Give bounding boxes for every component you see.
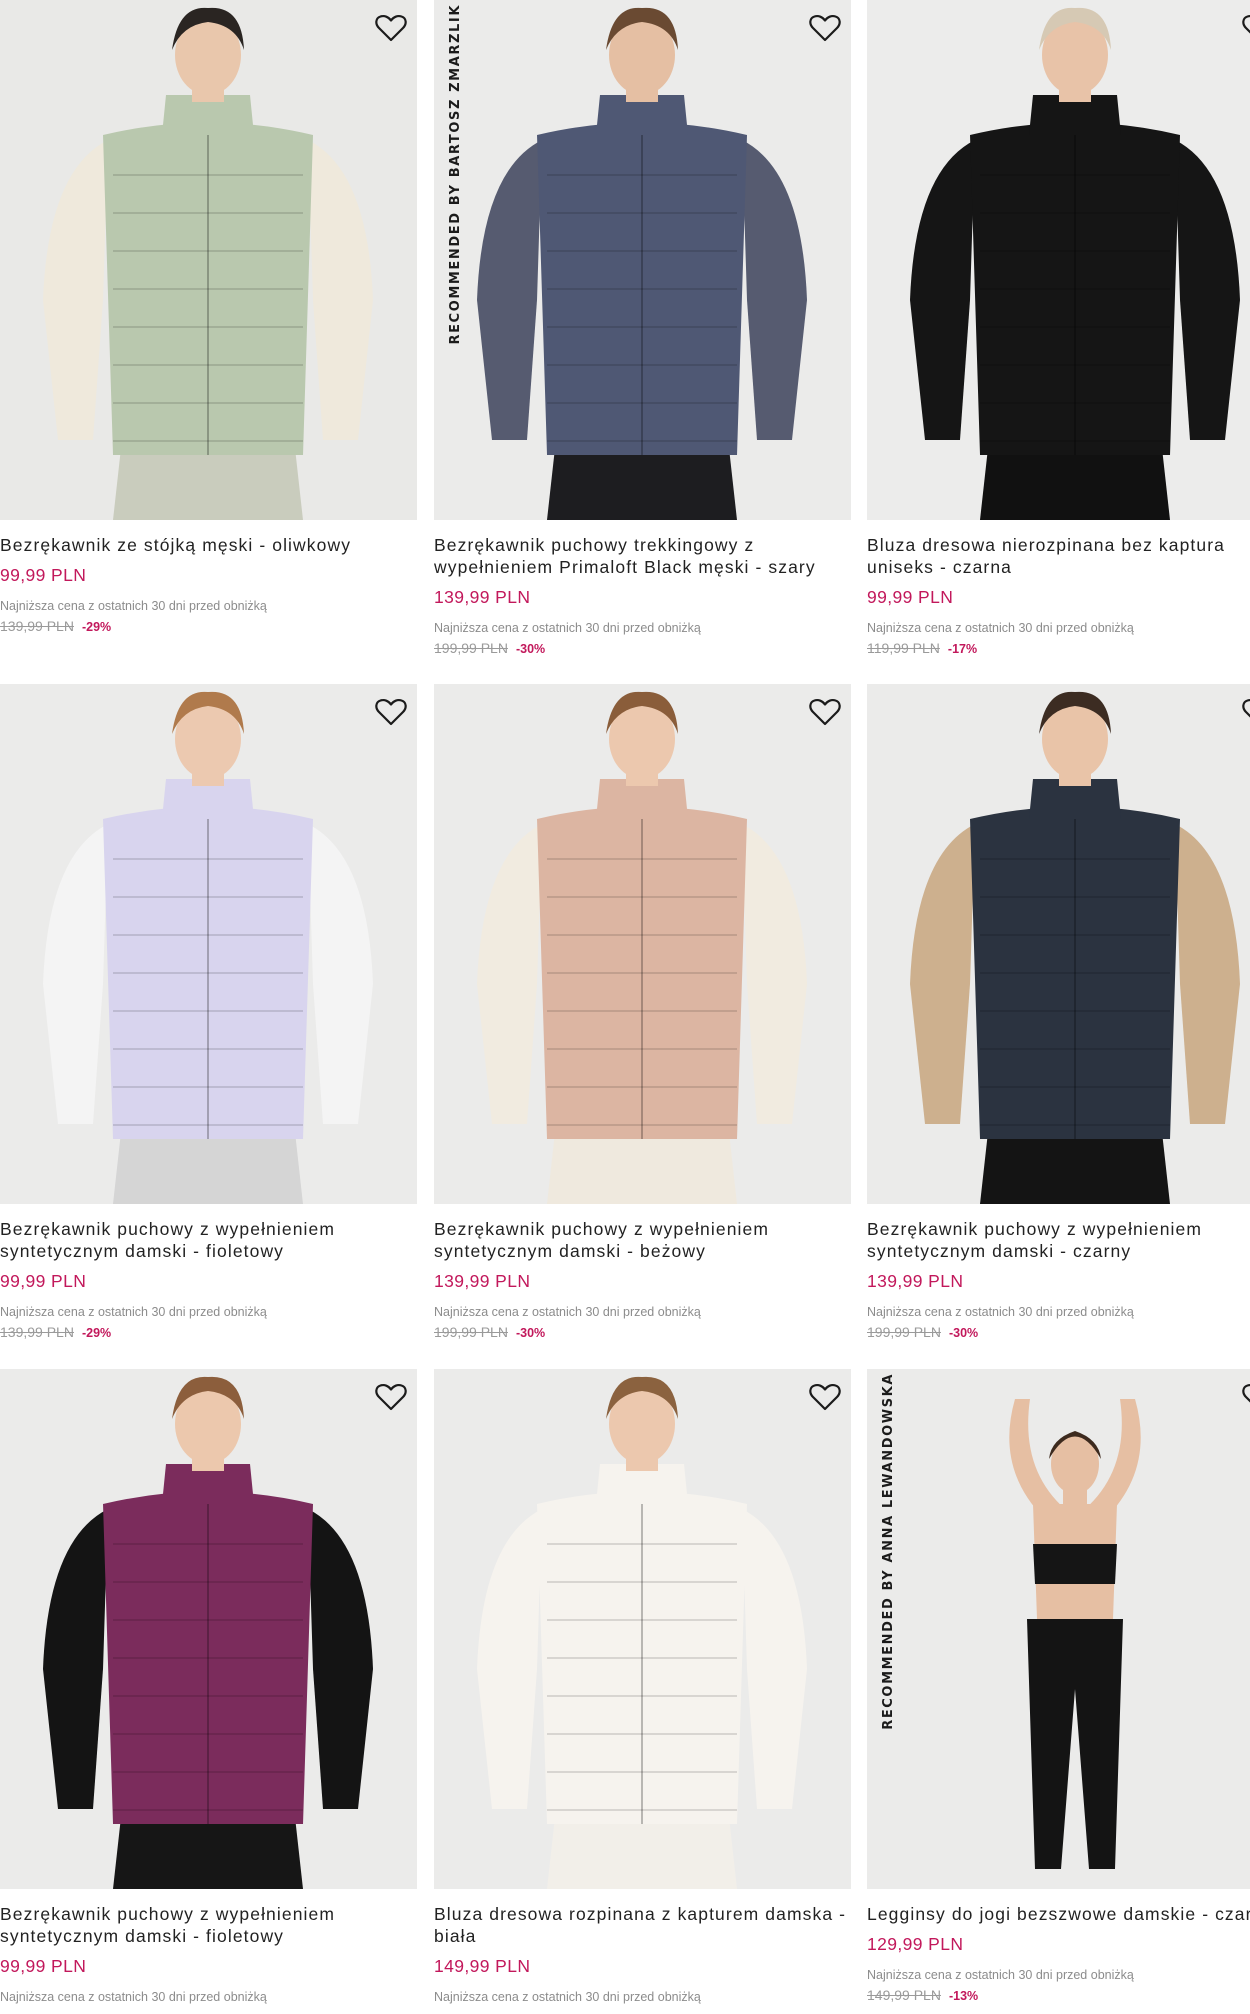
lowest-price-note: Najniższa cena z ostatnich 30 dni przed … xyxy=(434,621,701,635)
add-to-favorites-button[interactable] xyxy=(807,10,843,46)
lowest-price-note: Najniższa cena z ostatnich 30 dni przed … xyxy=(0,1990,267,2004)
discount-badge: -17% xyxy=(947,642,978,656)
product-price: 139,99 PLN xyxy=(867,1271,964,1291)
product-info: Bluza dresowa nierozpinana bez kaptura u… xyxy=(867,520,1250,656)
discount-badge: -29% xyxy=(81,1326,112,1340)
lowest-price-note: Najniższa cena z ostatnich 30 dni przed … xyxy=(434,1305,701,1319)
old-price: 199,99 PLN xyxy=(434,640,508,656)
product-image[interactable] xyxy=(434,1369,851,1889)
product-image[interactable] xyxy=(867,0,1250,520)
recommended-by-text: RECOMMENDED BY ANNA LEWANDOWSKA xyxy=(881,1373,896,1730)
product-title[interactable]: Bezrękawnik puchowy z wypełnieniem synte… xyxy=(867,1218,1250,1262)
product-card[interactable]: Bluza dresowa rozpinana z kapturem damsk… xyxy=(434,1369,851,2005)
recommended-by-label: RECOMMENDED BY BARTOSZ ZMARZLIK xyxy=(436,0,463,360)
product-info: Legginsy do jogi bezszwowe damskie - cza… xyxy=(867,1889,1250,2003)
old-price: 199,99 PLN xyxy=(434,1324,508,1340)
product-price: 99,99 PLN xyxy=(0,565,87,585)
heart-outline-icon xyxy=(1242,15,1250,34)
discount-badge: -30% xyxy=(948,1326,979,1340)
product-price: 99,99 PLN xyxy=(0,1271,87,1291)
product-title[interactable]: Legginsy do jogi bezszwowe damskie - cza… xyxy=(867,1903,1250,1925)
heart-outline-icon xyxy=(809,1383,841,1411)
product-title[interactable]: Bezrękawnik puchowy z wypełnieniem synte… xyxy=(0,1218,417,1262)
product-price: 99,99 PLN xyxy=(867,587,954,607)
product-image[interactable] xyxy=(434,684,851,1204)
product-price: 139,99 PLN xyxy=(434,1271,531,1291)
old-price-row: 119,99 PLN -17% xyxy=(867,640,1250,656)
product-title[interactable]: Bezrękawnik puchowy trekkingowy z wypełn… xyxy=(434,534,851,578)
product-info: Bezrękawnik puchowy trekkingowy z wypełn… xyxy=(434,520,851,656)
add-to-favorites-button[interactable] xyxy=(1240,694,1250,730)
old-price: 119,99 PLN xyxy=(867,640,940,656)
product-title[interactable]: Bluza dresowa nierozpinana bez kaptura u… xyxy=(867,534,1250,578)
product-info: Bezrękawnik puchowy z wypełnieniem synte… xyxy=(867,1204,1250,1340)
old-price-row: 149,99 PLN -13% xyxy=(867,1987,1250,2003)
discount-badge: -30% xyxy=(515,642,546,656)
product-price: 139,99 PLN xyxy=(434,587,531,607)
add-to-favorites-button[interactable] xyxy=(807,1379,843,1415)
product-image[interactable] xyxy=(0,1369,417,1889)
heart-outline-icon xyxy=(809,14,841,42)
product-price: 149,99 PLN xyxy=(434,1956,531,1976)
product-card[interactable]: Bluza dresowa nierozpinana bez kaptura u… xyxy=(867,0,1250,656)
product-image[interactable] xyxy=(0,0,417,520)
add-to-favorites-button[interactable] xyxy=(807,694,843,730)
heart-outline-icon xyxy=(809,698,841,726)
product-info: Bezrękawnik puchowy z wypełnieniem synte… xyxy=(434,1204,851,1340)
lowest-price-note: Najniższa cena z ostatnich 30 dni przed … xyxy=(0,1305,267,1319)
add-to-favorites-button[interactable] xyxy=(373,1379,409,1415)
product-title[interactable]: Bezrękawnik puchowy z wypełnieniem synte… xyxy=(0,1903,417,1947)
product-image[interactable] xyxy=(867,684,1250,1204)
old-price: 139,99 PLN xyxy=(0,618,74,634)
product-price: 129,99 PLN xyxy=(867,1934,964,1954)
recommended-by-text: RECOMMENDED BY BARTOSZ ZMARZLIK xyxy=(448,4,463,345)
product-card[interactable]: Bezrękawnik puchowy z wypełnieniem synte… xyxy=(434,684,851,1340)
product-image[interactable]: RECOMMENDED BY BARTOSZ ZMARZLIK xyxy=(434,0,851,520)
product-price: 99,99 PLN xyxy=(0,1956,87,1976)
recommended-by-label: RECOMMENDED BY ANNA LEWANDOWSKA xyxy=(869,1369,896,1730)
discount-badge: -29% xyxy=(81,620,112,634)
heart-outline-icon xyxy=(375,698,407,726)
old-price: 149,99 PLN xyxy=(867,1987,941,2003)
product-card[interactable]: Bezrękawnik puchowy z wypełnieniem synte… xyxy=(0,1369,417,2005)
product-card[interactable]: Bezrękawnik puchowy z wypełnieniem synte… xyxy=(867,684,1250,1340)
heart-outline-icon xyxy=(1242,699,1250,718)
lowest-price-note: Najniższa cena z ostatnich 30 dni przed … xyxy=(867,1305,1134,1319)
product-card[interactable]: RECOMMENDED BY BARTOSZ ZMARZLIK Bezrękawn… xyxy=(434,0,851,656)
heart-outline-icon xyxy=(375,1383,407,1411)
product-image[interactable]: RECOMMENDED BY ANNA LEWANDOWSKA xyxy=(867,1369,1250,1889)
product-title[interactable]: Bluza dresowa rozpinana z kapturem damsk… xyxy=(434,1903,851,1947)
product-title[interactable]: Bezrękawnik ze stójką męski - oliwkowy xyxy=(0,534,417,556)
product-image[interactable] xyxy=(0,684,417,1204)
product-card[interactable]: Bezrękawnik ze stójką męski - oliwkowy 99… xyxy=(0,0,417,634)
lowest-price-note: Najniższa cena z ostatnich 30 dni przed … xyxy=(434,1990,701,2004)
lowest-price-note: Najniższa cena z ostatnich 30 dni przed … xyxy=(0,599,267,613)
old-price-row: 199,99 PLN -30% xyxy=(434,640,851,656)
product-info: Bluza dresowa rozpinana z kapturem damsk… xyxy=(434,1889,851,2005)
old-price-row: 139,99 PLN -29% xyxy=(0,618,417,634)
product-card[interactable]: Bezrękawnik puchowy z wypełnieniem synte… xyxy=(0,684,417,1340)
product-card[interactable]: RECOMMENDED BY ANNA LEWANDOWSKA Legginsy … xyxy=(867,1369,1250,2003)
product-info: Bezrękawnik puchowy z wypełnieniem synte… xyxy=(0,1889,417,2005)
old-price-row: 139,99 PLN -29% xyxy=(0,1324,417,1340)
old-price-row: 199,99 PLN -30% xyxy=(434,1324,851,1340)
discount-badge: -13% xyxy=(948,1989,979,2003)
heart-outline-icon xyxy=(375,14,407,42)
discount-badge: -30% xyxy=(515,1326,546,1340)
old-price: 139,99 PLN xyxy=(0,1324,74,1340)
add-to-favorites-button[interactable] xyxy=(373,10,409,46)
product-info: Bezrękawnik puchowy z wypełnieniem synte… xyxy=(0,1204,417,1340)
old-price: 199,99 PLN xyxy=(867,1324,941,1340)
add-to-favorites-button[interactable] xyxy=(1240,10,1250,46)
lowest-price-note: Najniższa cena z ostatnich 30 dni przed … xyxy=(867,1968,1134,1982)
lowest-price-note: Najniższa cena z ostatnich 30 dni przed … xyxy=(867,621,1134,635)
product-info: Bezrękawnik ze stójką męski - oliwkowy 99… xyxy=(0,520,417,634)
add-to-favorites-button[interactable] xyxy=(1240,1379,1250,1415)
product-title[interactable]: Bezrękawnik puchowy z wypełnieniem synte… xyxy=(434,1218,851,1262)
old-price-row: 199,99 PLN -30% xyxy=(867,1324,1250,1340)
add-to-favorites-button[interactable] xyxy=(373,694,409,730)
heart-outline-icon xyxy=(1242,1384,1250,1403)
